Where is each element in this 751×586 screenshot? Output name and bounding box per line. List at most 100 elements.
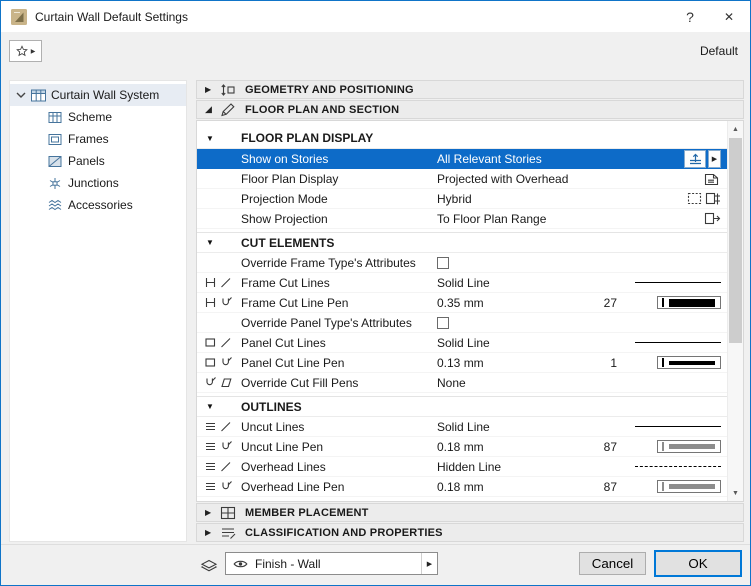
row-override-frame-attributes[interactable]: Override Frame Type's Attributes [197, 253, 727, 273]
group-floor-plan-display[interactable]: ▼ FLOOR PLAN DISPLAY [197, 128, 727, 149]
panel-cut-line-pen-value[interactable]: 0.13 mm [437, 356, 591, 370]
panel-profile-icon [204, 356, 217, 369]
pen-preview[interactable] [657, 440, 721, 453]
row-label: Override Panel Type's Attributes [241, 316, 437, 330]
expand-arrow-icon[interactable]: ▶ [203, 508, 220, 517]
row-frame-cut-lines[interactable]: Frame Cut Lines Solid Line [197, 273, 727, 293]
dialog-footer: Finish - Wall ▶ Cancel OK [1, 544, 750, 585]
floor-plan-display-icon[interactable] [703, 172, 721, 186]
pen-preview[interactable] [657, 296, 721, 309]
group-collapse-icon[interactable]: ▼ [206, 238, 241, 247]
group-collapse-icon[interactable]: ▼ [206, 134, 241, 143]
row-show-on-stories[interactable]: Show on Stories All Relevant Stories ▶ [197, 149, 727, 169]
help-icon: ? [686, 9, 694, 25]
row-override-cut-fill-pens[interactable]: Override Cut Fill Pens None [197, 373, 727, 393]
layer-icon [200, 558, 218, 572]
show-projection-value[interactable]: To Floor Plan Range [437, 212, 625, 226]
projection-cutaway-icon[interactable] [687, 192, 703, 205]
tree-chevron-icon[interactable] [16, 92, 26, 98]
sidebar-item-panels[interactable]: Panels [10, 150, 186, 172]
row-projection-mode[interactable]: Projection Mode Hybrid [197, 189, 727, 209]
row-show-projection[interactable]: Show Projection To Floor Plan Range [197, 209, 727, 229]
row-panel-cut-lines[interactable]: Panel Cut Lines Solid Line [197, 333, 727, 353]
row-uncut-line-pen[interactable]: Uncut Line Pen 0.18 mm 87 [197, 437, 727, 457]
show-projection-icon[interactable] [704, 212, 721, 225]
cancel-button[interactable]: Cancel [579, 552, 646, 575]
uncut-lines-value[interactable]: Solid Line [437, 420, 625, 434]
projection-hybrid-icon[interactable] [705, 192, 721, 205]
overhead-lines-value[interactable]: Hidden Line [437, 460, 625, 474]
row-overhead-line-pen[interactable]: Overhead Line Pen 0.18 mm 87 [197, 477, 727, 497]
layer-select-value: Finish - Wall [255, 557, 421, 571]
row-floor-plan-display[interactable]: Floor Plan Display Projected with Overhe… [197, 169, 727, 189]
accessories-icon [48, 199, 62, 212]
show-on-stories-value[interactable]: All Relevant Stories [437, 152, 625, 166]
line-preview[interactable] [635, 342, 721, 343]
group-cut-elements[interactable]: ▼ CUT ELEMENTS [197, 232, 727, 253]
pen-preview[interactable] [657, 480, 721, 493]
line-preview[interactable] [635, 426, 721, 427]
frame-cut-lines-value[interactable]: Solid Line [437, 276, 625, 290]
line-preview[interactable] [635, 466, 721, 467]
sidebar-item-frames[interactable]: Frames [10, 128, 186, 150]
row-panel-cut-line-pen[interactable]: Panel Cut Line Pen 0.13 mm 1 [197, 353, 727, 373]
scrollbar-thumb[interactable] [729, 138, 742, 343]
scroll-down-icon[interactable]: ▼ [728, 485, 743, 501]
override-cut-fill-pens-value[interactable]: None [437, 376, 625, 390]
flyout-arrow-icon: ▶ [712, 155, 717, 163]
scroll-up-icon[interactable]: ▲ [728, 121, 743, 137]
section-classification-and-properties[interactable]: ▶ CLASSIFICATION AND PROPERTIES [196, 523, 744, 542]
row-icon-cell [203, 420, 241, 433]
projection-mode-value[interactable]: Hybrid [437, 192, 625, 206]
line-type-icon [220, 420, 232, 433]
help-button[interactable]: ? [672, 1, 708, 32]
sidebar-item-label: Accessories [68, 198, 133, 212]
close-button[interactable]: ✕ [708, 1, 750, 32]
collapse-arrow-icon[interactable]: ◢ [203, 104, 220, 115]
section-label: FLOOR PLAN AND SECTION [245, 104, 399, 116]
sidebar-item-accessories[interactable]: Accessories [10, 194, 186, 216]
section-geometry-and-positioning[interactable]: ▶ GEOMETRY AND POSITIONING [196, 80, 744, 99]
stories-picker-button[interactable] [684, 150, 706, 168]
sidebar-item-scheme[interactable]: Scheme [10, 106, 186, 128]
panel-scrollbar[interactable]: ▲ ▼ [727, 121, 743, 501]
row-frame-cut-line-pen[interactable]: Frame Cut Line Pen 0.35 mm 27 [197, 293, 727, 313]
sidebar-item-curtain-wall-system[interactable]: Curtain Wall System [10, 84, 186, 106]
row-label: Overhead Lines [241, 460, 437, 474]
flyout-arrow-icon: ▶ [31, 48, 36, 55]
expand-arrow-icon[interactable]: ▶ [203, 85, 220, 94]
pen-preview[interactable] [657, 356, 721, 369]
overhead-icon [204, 460, 217, 473]
section-floor-plan-and-section[interactable]: ◢ FLOOR PLAN AND SECTION [196, 100, 744, 119]
override-frame-checkbox[interactable] [437, 257, 449, 269]
row-icon-cell [203, 376, 241, 389]
expand-arrow-icon[interactable]: ▶ [203, 528, 220, 537]
frame-cut-line-pen-value[interactable]: 0.35 mm [437, 296, 591, 310]
section-member-placement[interactable]: ▶ MEMBER PLACEMENT [196, 503, 744, 522]
layer-select[interactable]: Finish - Wall ▶ [225, 552, 438, 575]
overhead-line-pen-value[interactable]: 0.18 mm [437, 480, 591, 494]
line-preview[interactable] [635, 282, 721, 283]
group-outlines[interactable]: ▼ OUTLINES [197, 396, 727, 417]
row-label: Frame Cut Lines [241, 276, 437, 290]
uncut-line-pen-value[interactable]: 0.18 mm [437, 440, 591, 454]
section-label: GEOMETRY AND POSITIONING [245, 84, 414, 96]
ok-button[interactable]: OK [654, 550, 742, 577]
group-title: CUT ELEMENTS [241, 236, 334, 250]
stories-flyout-button[interactable]: ▶ [708, 150, 721, 168]
sidebar-item-junctions[interactable]: Junctions [10, 172, 186, 194]
floor-plan-display-value[interactable]: Projected with Overhead [437, 172, 625, 186]
row-uncut-lines[interactable]: Uncut Lines Solid Line [197, 417, 727, 437]
row-overhead-lines[interactable]: Overhead Lines Hidden Line [197, 457, 727, 477]
dropdown-arrow-icon[interactable]: ▶ [421, 553, 437, 574]
pen-number: 87 [591, 480, 625, 494]
row-override-panel-attributes[interactable]: Override Panel Type's Attributes [197, 313, 727, 333]
app-icon [11, 9, 27, 25]
favorites-button[interactable]: ▶ [9, 40, 42, 62]
frames-icon [48, 133, 62, 146]
group-collapse-icon[interactable]: ▼ [206, 402, 241, 411]
override-panel-checkbox[interactable] [437, 317, 449, 329]
line-type-icon [220, 336, 232, 349]
fill-pen-icon [220, 376, 233, 389]
panel-cut-lines-value[interactable]: Solid Line [437, 336, 625, 350]
